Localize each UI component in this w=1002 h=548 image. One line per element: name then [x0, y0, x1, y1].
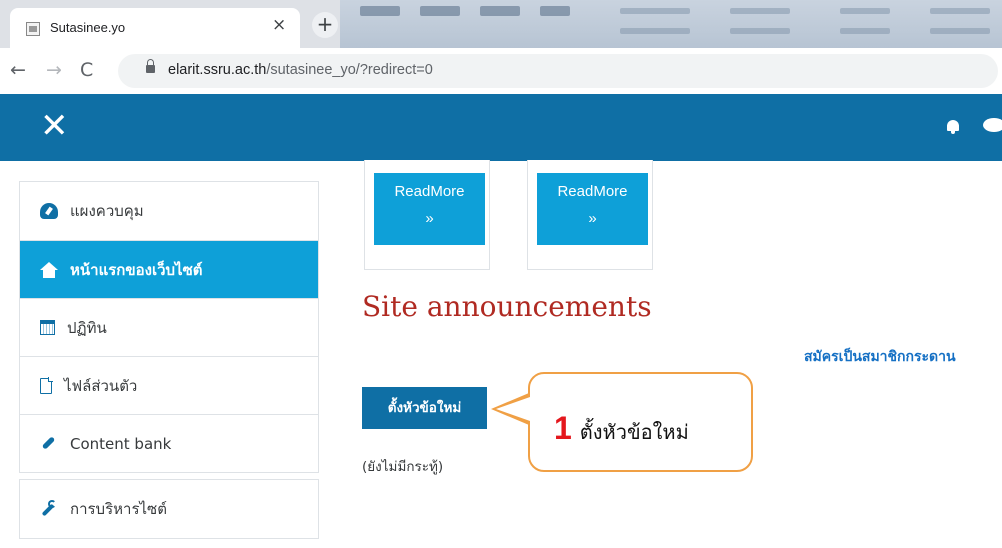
sidebar-item-site-home[interactable]: หน้าแรกของเว็บไซต์: [20, 240, 318, 298]
background-shape: [360, 6, 400, 16]
url-text: elarit.ssru.ac.th/sutasinee_yo/?redirect…: [168, 62, 433, 78]
nav-drawer-admin: การบริหารไซต์: [19, 479, 319, 539]
nav-drawer: แผงควบคุม หน้าแรกของเว็บไซต์ ปฏิทิน ไฟล์…: [19, 181, 319, 539]
tab-title: Sutasinee.yo: [50, 20, 126, 35]
background-shape: [620, 8, 690, 14]
back-arrow-icon[interactable]: ←: [10, 58, 26, 82]
sidebar-item-label: แผงควบคุม: [70, 202, 144, 220]
section-title: Site announcements: [362, 290, 652, 323]
bell-icon[interactable]: [947, 120, 959, 134]
wrench-icon: [40, 500, 58, 518]
sidebar-item-label: Content bank: [70, 434, 172, 453]
url-path: /sutasinee_yo/?redirect=0: [266, 62, 433, 78]
lock-icon[interactable]: [146, 59, 155, 73]
background-shape: [480, 6, 520, 16]
callout-content: 1 ตั้งหัวข้อใหม่: [554, 410, 689, 448]
sidebar-item-label: หน้าแรกของเว็บไซต์: [70, 260, 203, 279]
readmore-button[interactable]: ReadMore »: [537, 173, 648, 245]
no-posts-text: (ยังไม่มีกระทู้): [362, 459, 444, 475]
browser-tab[interactable]: Sutasinee.yo ×: [10, 8, 300, 48]
sidebar-item-label: การบริหารไซต์: [70, 500, 167, 518]
background-shape: [420, 6, 460, 16]
background-shape: [730, 28, 790, 34]
background-shape: [840, 8, 890, 14]
readmore-label: ReadMore: [557, 183, 628, 200]
background-shape: [930, 8, 990, 14]
sidebar-item-private-files[interactable]: ไฟล์ส่วนตัว: [20, 356, 318, 414]
background-shape: [930, 28, 990, 34]
nav-drawer-main: แผงควบคุม หน้าแรกของเว็บไซต์ ปฏิทิน ไฟล์…: [19, 181, 319, 473]
chat-icon[interactable]: [983, 118, 1002, 132]
add-new-topic-button[interactable]: ตั้งหัวข้อใหม่: [362, 387, 487, 429]
dashboard-icon: [40, 203, 58, 219]
course-card: ReadMore »: [527, 160, 653, 270]
forward-arrow-icon[interactable]: →: [46, 58, 62, 82]
annotation-callout: 1 ตั้งหัวข้อใหม่: [528, 372, 753, 472]
tab-close-icon[interactable]: ×: [272, 17, 286, 34]
site-navbar: ✕: [0, 94, 1002, 161]
new-tab-button[interactable]: +: [312, 12, 338, 38]
favicon-icon: [26, 22, 40, 36]
paintbrush-icon: [40, 435, 58, 453]
sidebar-item-dashboard[interactable]: แผงควบคุม: [20, 182, 318, 240]
background-shape: [540, 6, 570, 16]
double-chevron-icon: »: [425, 210, 434, 227]
sidebar-item-site-admin[interactable]: การบริหารไซต์: [20, 480, 318, 538]
sidebar-item-content-bank[interactable]: Content bank: [20, 414, 318, 472]
double-chevron-icon: »: [588, 210, 597, 227]
background-shape: [840, 28, 890, 34]
home-icon: [40, 261, 58, 278]
background-shape: [620, 28, 690, 34]
reload-icon[interactable]: C: [80, 58, 93, 82]
background-window: [340, 0, 1002, 48]
address-bar: ← → C elarit.ssru.ac.th/sutasinee_yo/?re…: [0, 48, 1002, 94]
url-host: elarit.ssru.ac.th: [168, 62, 267, 78]
sidebar-item-label: ปฏิทิน: [67, 318, 107, 337]
readmore-button[interactable]: ReadMore »: [374, 173, 485, 245]
file-icon: [40, 377, 53, 394]
callout-step-number: 1: [554, 410, 572, 446]
sidebar-item-label: ไฟล์ส่วนตัว: [64, 376, 138, 395]
readmore-label: ReadMore: [394, 183, 465, 200]
subscribe-forum-link[interactable]: สมัครเป็นสมาชิกกระดาน: [804, 346, 956, 368]
background-shape: [730, 8, 790, 14]
course-card: ReadMore »: [364, 160, 490, 270]
callout-pointer-fill: [496, 397, 530, 421]
calendar-icon: [39, 319, 55, 335]
callout-label: ตั้งหัวข้อใหม่: [579, 420, 689, 444]
url-input[interactable]: elarit.ssru.ac.th/sutasinee_yo/?redirect…: [118, 54, 998, 88]
browser-tab-strip: Sutasinee.yo × +: [0, 0, 1002, 48]
sidebar-item-calendar[interactable]: ปฏิทิน: [20, 298, 318, 356]
close-drawer-icon[interactable]: ✕: [40, 106, 69, 146]
